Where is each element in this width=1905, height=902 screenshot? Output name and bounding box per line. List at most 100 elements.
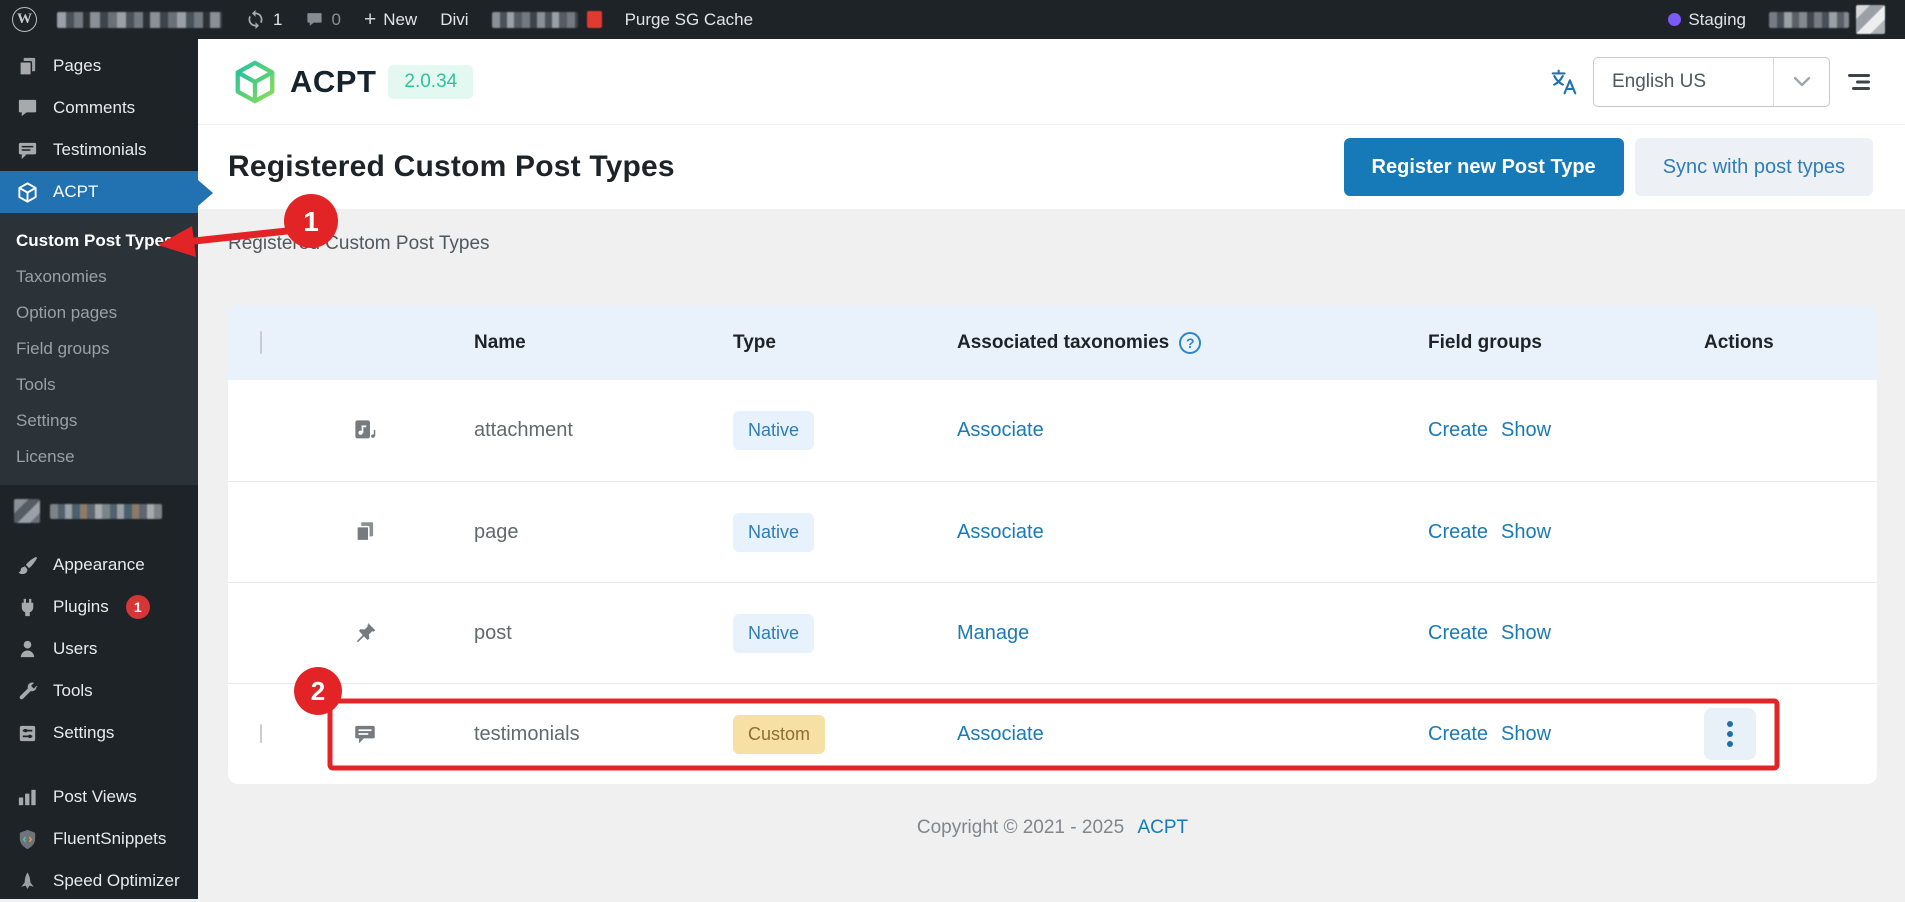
media-icon: [320, 417, 442, 444]
acpt-cube-icon: [14, 181, 40, 204]
post-types-table: Name Type Associated taxonomies ? Field …: [228, 305, 1877, 784]
sidebar-item-label: Users: [53, 639, 97, 659]
plus-icon: +: [364, 9, 376, 30]
header-name: Name: [442, 332, 701, 354]
sidebar-item-label: Tools: [53, 681, 93, 701]
row-checkbox[interactable]: [260, 724, 262, 743]
redacted-favicon: [587, 11, 602, 28]
table-row-page: page Native Associate Create Show: [228, 481, 1877, 582]
sidebar-item-plugins[interactable]: Plugins 1: [0, 586, 198, 628]
sidebar-item-speed-optimizer[interactable]: Speed Optimizer: [0, 860, 198, 902]
register-new-post-type-button[interactable]: Register new Post Type: [1344, 138, 1624, 196]
account-menu[interactable]: [1769, 5, 1885, 34]
submenu-taxonomies[interactable]: Taxonomies: [0, 259, 198, 295]
type-badge: Native: [733, 513, 814, 552]
create-link[interactable]: Create: [1428, 622, 1488, 645]
select-all-checkbox[interactable]: [260, 331, 262, 354]
submenu-label: Settings: [16, 411, 77, 431]
purge-cache-menu[interactable]: Purge SG Cache: [625, 10, 754, 30]
updates-indicator[interactable]: 1: [245, 9, 282, 30]
submenu-label: Taxonomies: [16, 267, 107, 287]
footer: Copyright © 2021 - 2025 ACPT: [228, 817, 1877, 839]
sync-with-post-types-button[interactable]: Sync with post types: [1635, 138, 1873, 196]
create-link[interactable]: Create: [1428, 419, 1488, 442]
sidebar-item-label: Comments: [53, 98, 135, 118]
sidebar-item-post-views[interactable]: Post Views: [0, 776, 198, 818]
site-name-redacted[interactable]: [57, 12, 222, 28]
hamburger-icon[interactable]: [1844, 70, 1872, 94]
type-badge: Native: [733, 411, 814, 450]
new-menu[interactable]: + New: [364, 9, 417, 30]
header-taxonomies: Associated taxonomies: [957, 332, 1169, 354]
wordpress-logo-icon[interactable]: W: [12, 7, 37, 32]
table-row-attachment: attachment Native Associate Create Show: [228, 380, 1877, 481]
sidebar-item-testimonials[interactable]: Testimonials: [0, 129, 198, 171]
rocket-icon: [14, 870, 40, 893]
acpt-topbar: ACPT 2.0.34 English US: [198, 39, 1905, 125]
comments-count: 0: [331, 10, 340, 30]
comments-indicator[interactable]: 0: [305, 10, 340, 30]
acpt-brand: ACPT 2.0.34: [232, 59, 473, 105]
sidebar-item-fluentsnippets[interactable]: FluentSnippets: [0, 818, 198, 860]
show-link[interactable]: Show: [1501, 419, 1551, 442]
associate-link[interactable]: Associate: [957, 521, 1044, 543]
submenu-custom-post-types[interactable]: Custom Post Types: [0, 223, 198, 259]
manage-link[interactable]: Manage: [957, 622, 1029, 644]
sidebar-item-pages[interactable]: Pages: [0, 45, 198, 87]
sidebar-item-comments[interactable]: Comments: [0, 87, 198, 129]
version-badge: 2.0.34: [388, 65, 473, 99]
sidebar-item-label: Post Views: [53, 787, 137, 807]
question-circle-icon[interactable]: ?: [1179, 332, 1201, 354]
sidebar-item-appearance[interactable]: Appearance: [0, 544, 198, 586]
create-link[interactable]: Create: [1428, 521, 1488, 544]
divi-menu[interactable]: Divi: [440, 10, 468, 30]
submenu-settings[interactable]: Settings: [0, 403, 198, 439]
redacted-text: [57, 12, 222, 28]
submenu-label: Option pages: [16, 303, 117, 323]
submenu-option-pages[interactable]: Option pages: [0, 295, 198, 331]
sidebar-item-label: Testimonials: [53, 140, 147, 160]
sidebar-item-label: Speed Optimizer: [53, 871, 180, 891]
submenu-license[interactable]: License: [0, 439, 198, 475]
header-field-groups: Field groups: [1396, 332, 1672, 354]
page-title: Registered Custom Post Types: [228, 150, 675, 184]
pushpin-icon: [320, 620, 442, 646]
language-select[interactable]: English US: [1593, 57, 1830, 107]
show-link[interactable]: Show: [1501, 521, 1551, 544]
staging-dot-icon: [1668, 13, 1681, 26]
sidebar-item-acpt[interactable]: ACPT: [0, 171, 198, 213]
redacted-username: [1769, 12, 1849, 28]
wrench-icon: [14, 680, 40, 703]
purge-label: Purge SG Cache: [625, 10, 754, 30]
active-menu-arrow-icon: [198, 180, 226, 206]
content-area: Registered Custom Post Types Name Type A…: [198, 209, 1905, 899]
sidebar-item-settings[interactable]: Settings: [0, 712, 198, 754]
submenu-field-groups[interactable]: Field groups: [0, 331, 198, 367]
row-actions-kebab-button[interactable]: [1704, 708, 1756, 760]
comments-icon: [14, 97, 40, 120]
sidebar-item-redacted[interactable]: [0, 496, 198, 526]
submenu-label: Field groups: [16, 339, 110, 359]
copyright-text: Copyright © 2021 - 2025: [917, 817, 1124, 838]
show-link[interactable]: Show: [1501, 723, 1551, 746]
sidebar-item-label: Pages: [53, 56, 101, 76]
page-titlebar: Registered Custom Post Types Register ne…: [198, 125, 1905, 209]
post-type-name: attachment: [442, 419, 701, 442]
type-badge: Custom: [733, 715, 825, 754]
plugin-menu-redacted[interactable]: [492, 11, 602, 28]
comment-bubble-icon: [305, 10, 324, 29]
show-link[interactable]: Show: [1501, 622, 1551, 645]
acpt-footer-link[interactable]: ACPT: [1137, 817, 1188, 838]
plugins-update-badge: 1: [126, 595, 150, 619]
page-icon: [320, 519, 442, 545]
bar-chart-icon: [14, 786, 40, 809]
associate-link[interactable]: Associate: [957, 419, 1044, 441]
testimonial-icon: [14, 139, 40, 162]
sidebar-item-users[interactable]: Users: [0, 628, 198, 670]
create-link[interactable]: Create: [1428, 723, 1488, 746]
sidebar-item-tools[interactable]: Tools: [0, 670, 198, 712]
settings-sliders-icon: [14, 722, 40, 745]
divi-label: Divi: [440, 10, 468, 30]
submenu-tools[interactable]: Tools: [0, 367, 198, 403]
associate-link[interactable]: Associate: [957, 723, 1044, 745]
